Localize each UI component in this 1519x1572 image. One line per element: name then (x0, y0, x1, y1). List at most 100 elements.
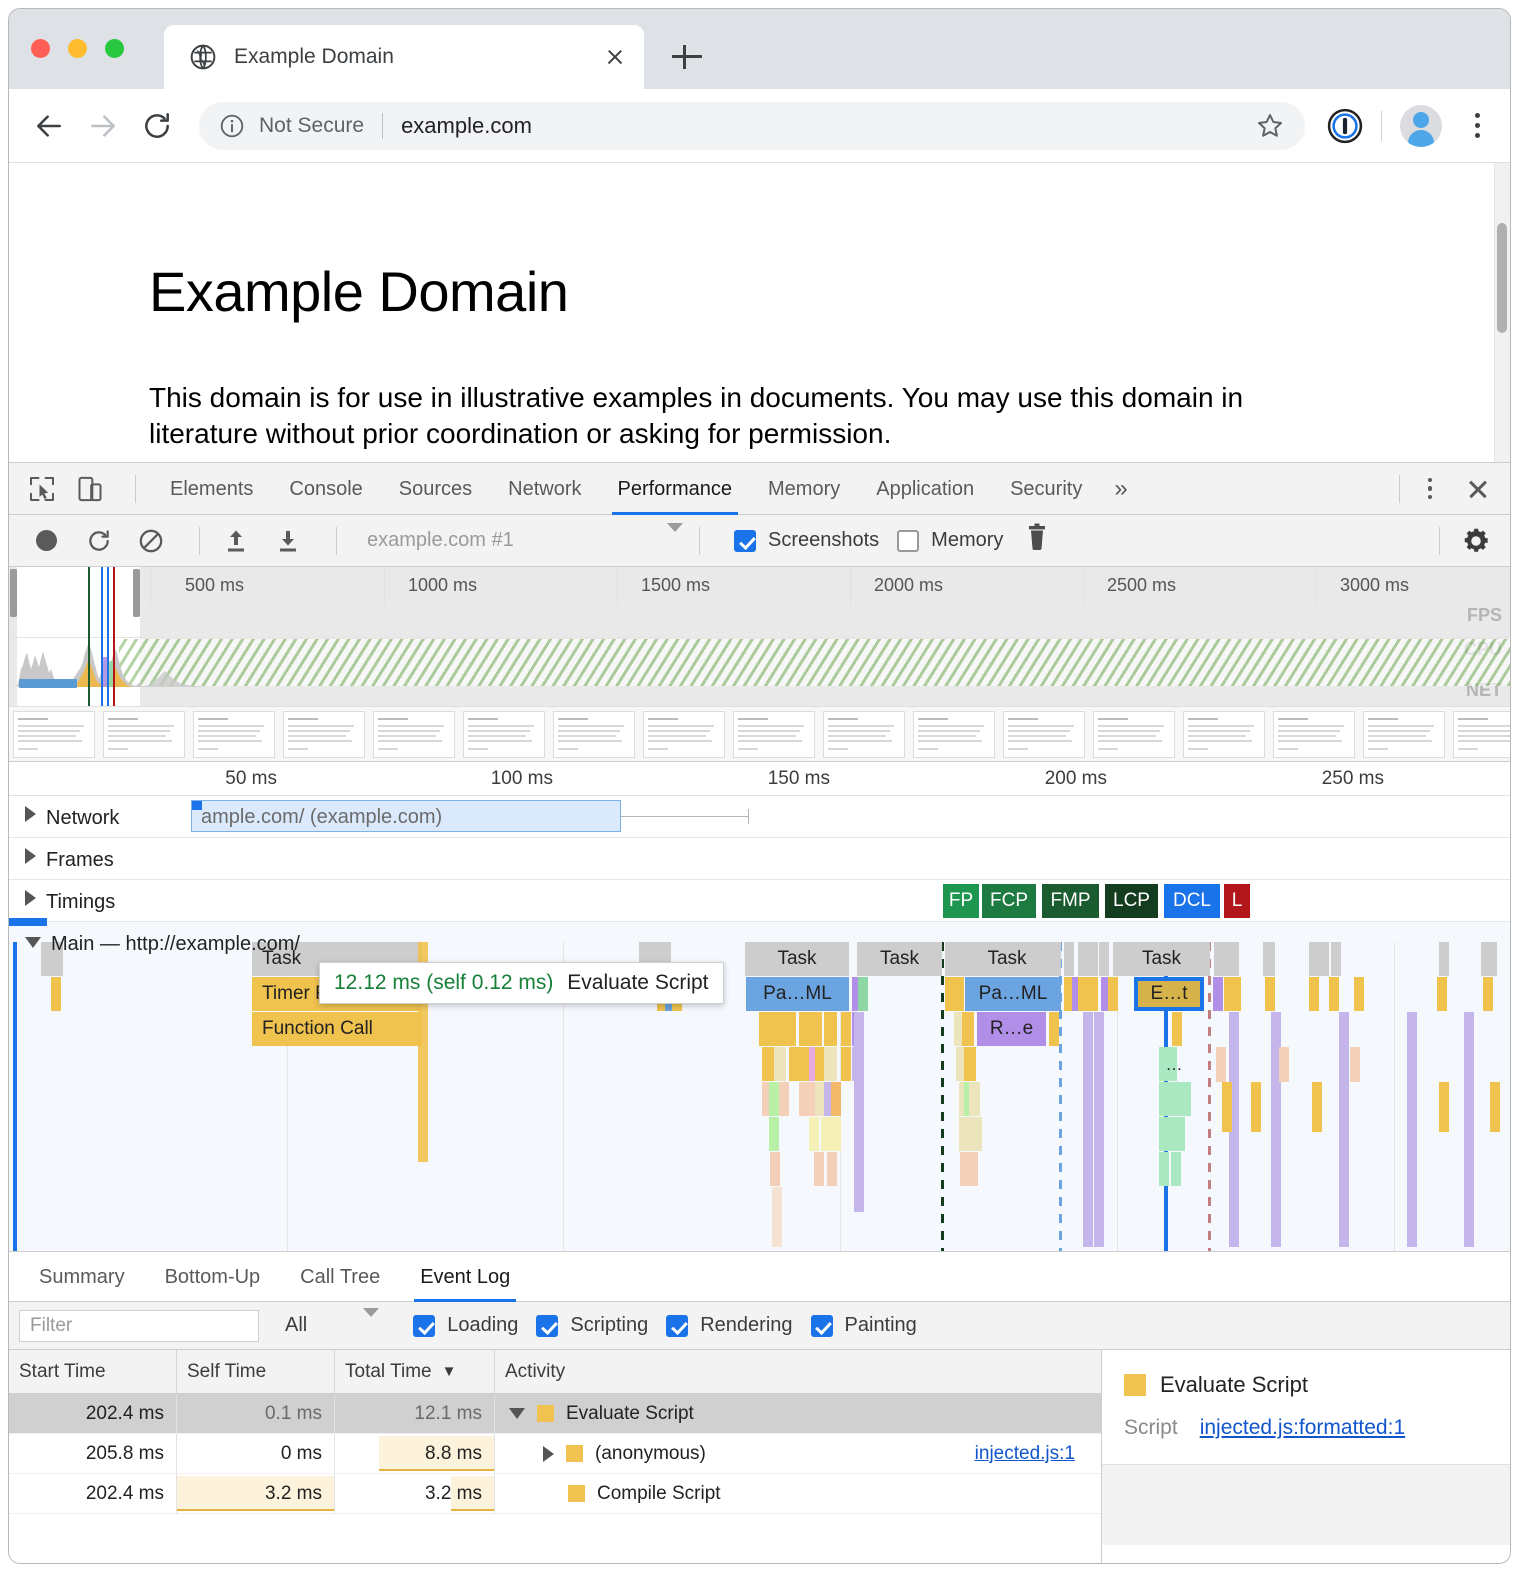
flame-block[interactable] (1309, 942, 1319, 976)
chevron-down-icon[interactable] (509, 1408, 525, 1419)
page-scrollbar-thumb[interactable] (1497, 223, 1507, 333)
column-activity[interactable]: Activity (495, 1350, 1101, 1393)
filmstrip-frame[interactable] (733, 711, 815, 758)
flame-block[interactable] (1483, 977, 1493, 1011)
table-row[interactable]: 205.8 ms 0 ms 8.8 ms (anonymous) injecte… (9, 1434, 1101, 1474)
category-rendering-checkbox[interactable]: Rendering (666, 1314, 793, 1337)
category-loading-checkbox[interactable]: Loading (413, 1314, 518, 1337)
flame-block[interactable] (1213, 977, 1223, 1011)
track-network[interactable]: ample.com/ (example.com) Network (9, 796, 1510, 838)
flame-block-task[interactable]: Task (857, 942, 942, 976)
filmstrip-frame[interactable] (1363, 711, 1445, 758)
category-painting-checkbox[interactable]: Painting (810, 1314, 917, 1337)
category-scripting-checkbox[interactable]: Scripting (536, 1314, 648, 1337)
maximize-window-button[interactable] (105, 39, 124, 58)
filmstrip-frame[interactable] (823, 711, 905, 758)
back-icon[interactable] (27, 104, 71, 148)
tab-bottom-up[interactable]: Bottom-Up (145, 1252, 281, 1302)
tab-call-tree[interactable]: Call Tree (280, 1252, 400, 1302)
info-circle-icon[interactable] (219, 113, 245, 139)
flame-block[interactable] (1309, 977, 1319, 1011)
flame-block-task[interactable]: Task (953, 942, 1061, 976)
timing-marker-lcp[interactable]: LCP (1105, 884, 1158, 918)
tab-network[interactable]: Network (490, 463, 599, 515)
chevron-down-icon[interactable] (25, 937, 41, 948)
devtools-menu-icon[interactable] (1416, 469, 1444, 509)
flame-block[interactable] (1108, 977, 1118, 1011)
column-self-time[interactable]: Self Time (177, 1350, 335, 1393)
trash-icon[interactable] (1025, 523, 1049, 558)
overview-window-handle-left[interactable] (10, 569, 17, 617)
tab-console[interactable]: Console (271, 463, 380, 515)
filmstrip-frame[interactable] (13, 711, 95, 758)
flame-block[interactable] (1481, 942, 1497, 976)
flame-block[interactable] (51, 977, 61, 1011)
filmstrip-frame[interactable] (373, 711, 455, 758)
close-icon[interactable] (600, 42, 630, 72)
reload-record-icon[interactable] (79, 521, 119, 561)
flame-block[interactable] (1439, 942, 1449, 976)
track-label-timings[interactable]: Timings (25, 890, 115, 914)
avatar[interactable] (1400, 104, 1442, 147)
track-frames[interactable]: Frames (9, 838, 1510, 880)
inspect-element-icon[interactable] (23, 470, 61, 508)
flame-block[interactable] (1319, 942, 1329, 976)
track-label-main[interactable]: Main — http://example.com/ (25, 933, 300, 956)
flame-block[interactable] (1064, 942, 1074, 976)
tab-event-log[interactable]: Event Log (400, 1252, 530, 1302)
chevron-right-icon[interactable] (25, 848, 36, 864)
flame-block[interactable] (1329, 977, 1339, 1011)
record-icon[interactable] (27, 521, 67, 561)
filmstrip-frame[interactable] (643, 711, 725, 758)
flame-block[interactable] (1099, 942, 1109, 976)
timing-marker-dcl[interactable]: DCL (1164, 884, 1220, 918)
screenshots-checkbox[interactable]: Screenshots (734, 529, 879, 552)
clear-icon[interactable] (131, 521, 171, 561)
flame-block[interactable] (1078, 977, 1098, 1011)
flame-block-parse-html[interactable]: Pa…ML (965, 977, 1061, 1011)
tab-performance[interactable]: Performance (600, 463, 751, 515)
duration-filter-label[interactable]: All (285, 1314, 307, 1337)
tab-security[interactable]: Security (992, 463, 1100, 515)
reload-icon[interactable] (135, 104, 179, 148)
flame-block-parse-html[interactable]: Pa…ML (746, 977, 849, 1011)
profile-selector[interactable]: example.com #1 (353, 522, 683, 552)
timing-marker-fmp[interactable]: FMP (1042, 884, 1099, 918)
flame-block[interactable] (1231, 977, 1241, 1011)
load-profile-icon[interactable] (216, 521, 256, 561)
1password-icon[interactable] (1327, 108, 1363, 144)
flame-block[interactable] (1265, 977, 1275, 1011)
address-bar[interactable]: Not Secure example.com (199, 101, 1305, 150)
event-log-table[interactable]: Start Time Self Time Total Time ▼ Activi… (9, 1350, 1102, 1563)
flame-block-recalculate-style[interactable]: R…e (977, 1012, 1046, 1046)
filmstrip-frame[interactable] (193, 711, 275, 758)
memory-checkbox[interactable]: Memory (897, 529, 1003, 552)
gear-icon[interactable] (1456, 521, 1496, 561)
track-label-frames[interactable]: Frames (25, 848, 114, 872)
flame-block[interactable] (1354, 977, 1364, 1011)
device-toolbar-icon[interactable] (71, 470, 109, 508)
filmstrip-frame[interactable] (463, 711, 545, 758)
flame-block-task[interactable]: Task (1113, 942, 1210, 976)
track-label-network[interactable]: Network (25, 806, 122, 830)
filmstrip-frame[interactable] (553, 711, 635, 758)
browser-tab[interactable]: Example Domain (164, 25, 644, 89)
chevron-right-icon[interactable] (25, 890, 36, 906)
flame-block-evaluate-script-selected[interactable]: E…t (1134, 977, 1204, 1011)
filmstrip-frame[interactable] (1453, 711, 1510, 758)
filmstrip-frame[interactable] (1093, 711, 1175, 758)
flame-block[interactable] (1088, 942, 1098, 976)
chevron-down-icon[interactable] (667, 522, 683, 550)
tab-summary[interactable]: Summary (19, 1252, 145, 1302)
filter-input[interactable]: Filter (19, 1309, 259, 1342)
flame-block[interactable] (1078, 942, 1088, 976)
tab-application[interactable]: Application (858, 463, 992, 515)
main-thread-flame[interactable]: Task Task Task Task Task Timer Fired Pa…… (9, 942, 1510, 1251)
save-profile-icon[interactable] (268, 521, 308, 561)
forward-icon[interactable] (81, 104, 125, 148)
more-tabs-icon[interactable]: » (1100, 475, 1141, 503)
flame-chart[interactable]: 50 ms 100 ms 150 ms 200 ms 250 ms ample.… (9, 762, 1510, 1252)
chevron-right-icon[interactable] (543, 1445, 554, 1462)
column-start-time[interactable]: Start Time (9, 1350, 177, 1393)
chevron-down-icon[interactable] (363, 1307, 380, 1335)
